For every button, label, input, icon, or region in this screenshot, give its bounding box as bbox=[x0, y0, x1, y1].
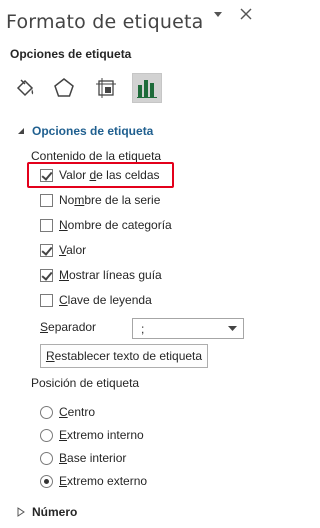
checkbox-show-leader-lines[interactable]: Mostrar líneas guía bbox=[40, 266, 162, 284]
separator-label: Separador bbox=[40, 320, 97, 334]
separator-value: ; bbox=[141, 322, 145, 336]
checkbox-series-name[interactable]: Nombre de la serie bbox=[40, 191, 160, 209]
radio-circle[interactable] bbox=[40, 451, 53, 465]
radio-outside-end[interactable]: Extremo externo bbox=[40, 472, 147, 490]
radio-circle[interactable] bbox=[40, 474, 53, 488]
radio-label: Base interior bbox=[59, 451, 127, 465]
checkbox-category-name[interactable]: Nombre de categoría bbox=[40, 216, 172, 234]
checkbox-legend-key[interactable]: Clave de leyenda bbox=[40, 291, 152, 309]
label-contains-heading: Contenido de la etiqueta bbox=[31, 149, 162, 163]
expand-triangle-icon bbox=[17, 507, 25, 517]
pane-options-dropdown-icon[interactable] bbox=[213, 11, 223, 19]
collapse-triangle-icon bbox=[18, 128, 24, 134]
chevron-down-icon bbox=[228, 326, 237, 331]
radio-label: Extremo externo bbox=[59, 474, 148, 488]
checkbox-value[interactable]: Valor bbox=[40, 241, 86, 259]
checkbox-box[interactable] bbox=[40, 218, 53, 232]
separator-select[interactable]: ; bbox=[132, 318, 244, 339]
label-options-section-header[interactable]: Opciones de etiqueta bbox=[16, 124, 153, 138]
checkbox-box[interactable] bbox=[40, 268, 53, 282]
pane-title: Formato de etiqueta bbox=[6, 11, 204, 33]
label-position-heading: Posición de etiqueta bbox=[31, 376, 140, 390]
checkbox-label: Nombre de la serie bbox=[59, 193, 161, 207]
paint-bucket-icon bbox=[16, 79, 34, 97]
size-properties-icon bbox=[96, 78, 116, 98]
reset-label-text-button[interactable]: Restablecer texto de etiqueta bbox=[40, 344, 208, 368]
radio-inside-base[interactable]: Base interior bbox=[40, 449, 126, 467]
pane-title-row: Formato de etiqueta bbox=[6, 7, 264, 37]
tab-effects[interactable] bbox=[49, 73, 79, 103]
checkbox-label: Valor bbox=[59, 243, 87, 257]
close-icon[interactable] bbox=[238, 6, 254, 22]
format-label-pane: Formato de etiqueta Opciones de etiqueta bbox=[0, 0, 270, 528]
radio-circle[interactable] bbox=[40, 405, 53, 419]
tab-fill-line[interactable] bbox=[10, 73, 40, 103]
checkbox-value-from-cells[interactable]: Valor de las celdas bbox=[40, 166, 160, 184]
label-options-header-text: Opciones de etiqueta bbox=[32, 124, 154, 138]
pane-subtitle: Opciones de etiqueta bbox=[10, 47, 132, 61]
radio-center[interactable]: Centro bbox=[40, 403, 95, 421]
checkbox-label: Mostrar líneas guía bbox=[59, 268, 162, 282]
radio-inside-end[interactable]: Extremo interno bbox=[40, 426, 144, 444]
checkbox-label: Clave de leyenda bbox=[59, 293, 152, 307]
radio-circle[interactable] bbox=[40, 428, 53, 442]
number-section-header-text: Número bbox=[32, 505, 78, 519]
checkbox-box[interactable] bbox=[40, 168, 53, 182]
checkbox-box[interactable] bbox=[40, 293, 53, 307]
checkbox-box[interactable] bbox=[40, 193, 53, 207]
tab-size-properties[interactable] bbox=[91, 73, 121, 103]
pentagon-icon bbox=[54, 78, 74, 97]
radio-label: Centro bbox=[59, 405, 96, 419]
checkbox-label: Valor de las celdas bbox=[59, 168, 160, 182]
tab-label-options[interactable] bbox=[132, 73, 162, 103]
checkbox-label: Nombre de categoría bbox=[59, 218, 172, 232]
bar-chart-icon bbox=[137, 80, 157, 98]
checkbox-box[interactable] bbox=[40, 243, 53, 257]
number-section-header[interactable]: Número bbox=[16, 505, 77, 519]
radio-label: Extremo interno bbox=[59, 428, 144, 442]
